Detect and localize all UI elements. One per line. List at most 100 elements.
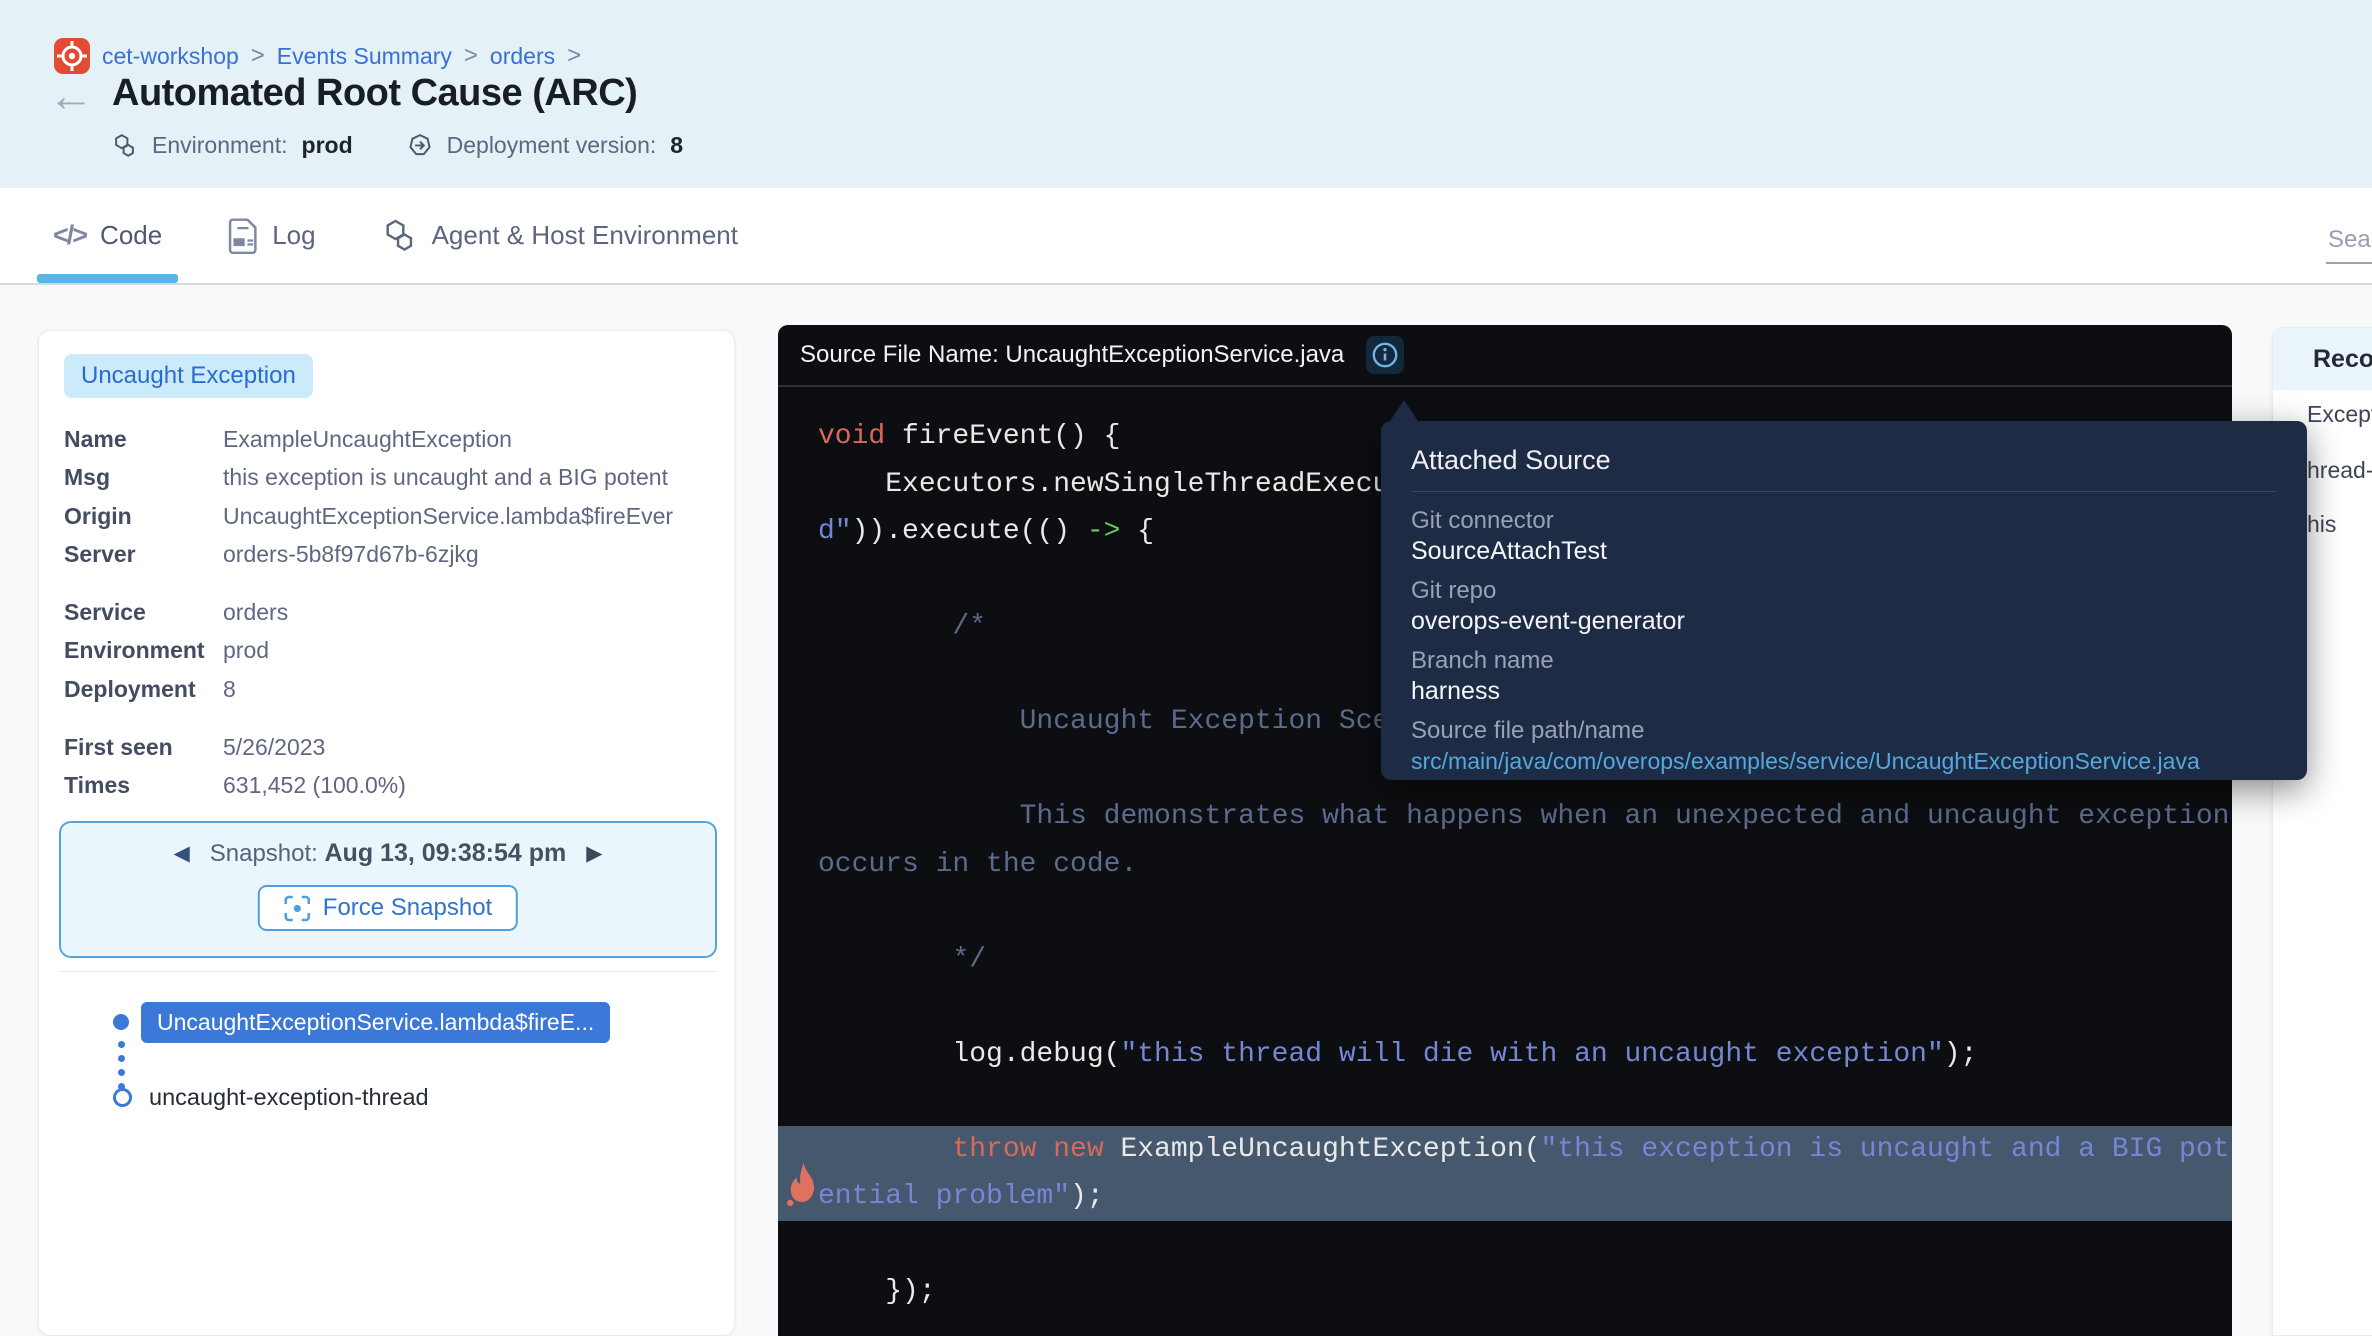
detail-row-msg: Msg this exception is uncaught and a BIG… xyxy=(64,459,734,498)
attached-source-info-button[interactable] xyxy=(1366,336,1404,374)
breadcrumb-item-project[interactable]: cet-workshop xyxy=(102,43,239,70)
detail-row-times: Times 631,452 (100.0%) xyxy=(64,767,734,806)
snapshot-label-text: Snapshot: xyxy=(210,840,318,867)
detail-value: prod xyxy=(223,637,269,664)
breadcrumb-item-service[interactable]: orders xyxy=(490,43,555,70)
detail-value: ExampleUncaughtException xyxy=(223,426,512,453)
tooltip-title: Attached Source xyxy=(1411,443,2277,477)
event-identity-group: Name ExampleUncaughtException Msg this e… xyxy=(64,420,734,574)
snapshot-next-button[interactable]: ▶ xyxy=(586,841,602,866)
breadcrumb-separator: > xyxy=(464,42,478,70)
code-line xyxy=(818,983,2232,1031)
detail-row-deployment: Deployment 8 xyxy=(64,670,734,709)
detail-value: this exception is uncaught and a BIG pot… xyxy=(223,464,668,491)
code-icon: </> xyxy=(53,220,86,251)
stack-thread-item[interactable]: uncaught-exception-thread xyxy=(149,1080,429,1114)
snapshot-box: ◀ Snapshot: Aug 13, 09:38:54 pm ▶ Force … xyxy=(59,821,717,958)
search-input[interactable]: Sea xyxy=(2328,226,2372,254)
attached-source-tooltip: Attached Source Git connector SourceAtta… xyxy=(1381,421,2307,780)
breadcrumb-item-events-summary[interactable]: Events Summary xyxy=(277,43,452,70)
tab-log[interactable]: Log xyxy=(228,218,315,254)
info-icon xyxy=(1372,342,1398,368)
code-line xyxy=(818,888,2232,936)
code-line: ential problem"); xyxy=(778,1173,2232,1221)
code-line xyxy=(818,1221,2232,1269)
recommendation-item[interactable]: his xyxy=(2307,511,2336,538)
code-line: occurs in the code. xyxy=(818,841,2232,889)
arc-page: cet-workshop > Events Summary > orders >… xyxy=(0,0,2372,1336)
breadcrumb: cet-workshop > Events Summary > orders > xyxy=(54,38,581,74)
stack-connector-dot xyxy=(118,1069,125,1076)
tab-code[interactable]: </> Code xyxy=(53,220,162,251)
event-details-card: Uncaught Exception Name ExampleUncaughtE… xyxy=(38,330,735,1336)
code-line: */ xyxy=(818,936,2232,984)
tab-bar: </> Code Log Agent & Host Environme xyxy=(0,188,2372,285)
detail-value: UncaughtExceptionService.lambda$fireEver xyxy=(223,503,673,530)
active-tab-underline xyxy=(37,274,178,283)
tooltip-divider xyxy=(1411,491,2277,492)
stack-frame-selected[interactable]: UncaughtExceptionService.lambda$fireE... xyxy=(141,1002,610,1043)
recommendation-item[interactable]: hread- xyxy=(2307,457,2372,484)
detail-label: Deployment xyxy=(64,676,223,703)
detail-label: Service xyxy=(64,599,223,626)
force-snapshot-button[interactable]: Force Snapshot xyxy=(258,885,518,931)
page-header: cet-workshop > Events Summary > orders >… xyxy=(0,0,2372,188)
environment-label: Environment: xyxy=(152,132,288,159)
detail-value: 8 xyxy=(223,676,236,703)
hexagons-icon xyxy=(112,133,138,159)
tooltip-field-label: Git connector xyxy=(1411,506,2277,536)
breadcrumb-separator: > xyxy=(567,42,581,70)
back-button[interactable]: ← xyxy=(48,72,94,118)
detail-row-server: Server orders-5b8f97d67b-6zjkg xyxy=(64,536,734,575)
page-title: Automated Root Cause (ARC) xyxy=(112,72,637,115)
tab-agent-host-environment[interactable]: Agent & Host Environment xyxy=(382,218,738,254)
stack-connector-dot xyxy=(118,1055,125,1062)
recommendations-panel-title: Recor xyxy=(2273,328,2372,390)
deployment-icon xyxy=(407,133,433,159)
tab-code-label: Code xyxy=(100,220,162,251)
detail-row-first-seen: First seen 5/26/2023 xyxy=(64,728,734,767)
flame-icon xyxy=(783,1162,821,1206)
search-input-underline xyxy=(2326,262,2372,264)
force-snapshot-label: Force Snapshot xyxy=(323,894,492,922)
detail-row-name: Name ExampleUncaughtException xyxy=(64,420,734,459)
breadcrumb-separator: > xyxy=(251,42,265,70)
tooltip-field-label: Git repo xyxy=(1411,576,2277,606)
stack-connector-dot xyxy=(118,1041,125,1048)
detail-value: 631,452 (100.0%) xyxy=(223,772,406,799)
tooltip-field-label: Source file path/name xyxy=(1411,716,2277,746)
search-placeholder: Sea xyxy=(2328,226,2371,253)
detail-label: Name xyxy=(64,426,223,453)
detail-label: Server xyxy=(64,541,223,568)
snapshot-timestamp: Aug 13, 09:38:54 pm xyxy=(325,839,567,867)
detail-row-service: Service orders xyxy=(64,593,734,632)
detail-value: orders-5b8f97d67b-6zjkg xyxy=(223,541,479,568)
recommendation-item[interactable]: Excepti xyxy=(2307,401,2372,428)
snapshot-label: Snapshot: Aug 13, 09:38:54 pm xyxy=(210,839,567,868)
code-panel-header: Source File Name: UncaughtExceptionServi… xyxy=(778,325,2232,387)
detail-row-origin: Origin UncaughtExceptionService.lambda$f… xyxy=(64,497,734,536)
hexagons-icon xyxy=(382,218,418,254)
source-file-path-link[interactable]: src/main/java/com/overops/examples/servi… xyxy=(1411,746,2277,776)
source-file-name: Source File Name: UncaughtExceptionServi… xyxy=(800,341,1344,369)
detail-label: Msg xyxy=(64,464,223,491)
tooltip-field-value: overops-event-generator xyxy=(1411,606,2277,636)
code-line: log.debug("this thread will die with an … xyxy=(818,1031,2232,1079)
deployment-value: 8 xyxy=(670,132,683,159)
log-icon xyxy=(228,218,258,254)
code-line: throw new ExampleUncaughtException("this… xyxy=(778,1126,2232,1174)
card-divider xyxy=(59,971,717,972)
snapshot-prev-button[interactable]: ◀ xyxy=(174,841,190,866)
environment-row: Environment: prod Deployment version: 8 xyxy=(112,132,683,159)
detail-row-environment: Environment prod xyxy=(64,632,734,671)
stack-thread-bullet xyxy=(113,1088,132,1107)
tooltip-field-value: harness xyxy=(1411,676,2277,706)
snapshot-nav: ◀ Snapshot: Aug 13, 09:38:54 pm ▶ xyxy=(61,839,715,868)
detail-label: Times xyxy=(64,772,223,799)
event-context-group: Service orders Environment prod Deployme… xyxy=(64,593,734,709)
tab-agent-label: Agent & Host Environment xyxy=(432,220,738,251)
detail-label: First seen xyxy=(64,734,223,761)
tab-log-label: Log xyxy=(272,220,315,251)
tooltip-field-value: SourceAttachTest xyxy=(1411,536,2277,566)
detail-label: Origin xyxy=(64,503,223,530)
